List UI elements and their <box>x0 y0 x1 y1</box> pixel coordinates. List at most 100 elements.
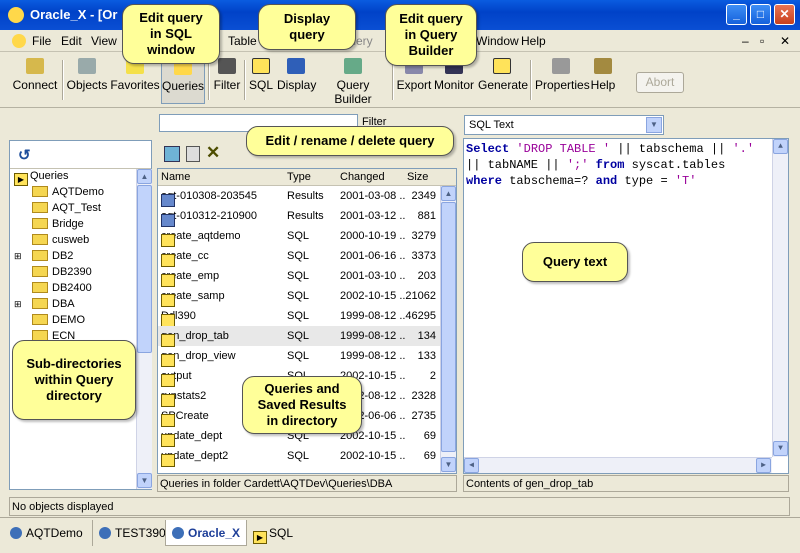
list-scroll-up-button[interactable]: ▲ <box>441 186 456 201</box>
list-cell-name: create_aqtdemo <box>161 230 241 247</box>
list-cell-type: SQL <box>287 330 310 342</box>
delete-icon[interactable]: ✕ <box>206 143 220 163</box>
close-button[interactable]: ✕ <box>774 4 795 25</box>
tree-item[interactable]: DB2390 <box>14 266 92 282</box>
sql-type-select[interactable]: SQL Text ▼ <box>464 115 664 135</box>
refresh-icon[interactable]: ↺ <box>18 146 31 164</box>
minimize-button[interactable]: _ <box>726 4 747 25</box>
sql-hscrollbar[interactable]: ◀ ▶ <box>464 457 772 473</box>
tree-root-queries[interactable]: ▶ Queries <box>14 170 69 186</box>
sql-scroll-right-button[interactable]: ▶ <box>756 458 771 473</box>
list-cell-size: 2 <box>429 370 436 382</box>
abort-button[interactable]: Abort <box>636 72 684 93</box>
filter-button[interactable]: Filter <box>212 56 242 104</box>
objects-icon <box>78 58 96 74</box>
tree-item[interactable]: Bridge <box>14 218 84 234</box>
help-button[interactable]: Help <box>589 56 617 104</box>
sql-string: '.' <box>732 142 755 156</box>
objects-button[interactable]: Objects <box>66 56 108 104</box>
display-button[interactable]: Display <box>277 56 316 104</box>
tab-sql[interactable]: ▶ SQL <box>246 520 299 546</box>
menu-view[interactable]: View <box>91 34 117 48</box>
tree-item-label: DB2 <box>52 250 74 262</box>
queries-folder-icon: ▶ <box>14 173 28 186</box>
list-row[interactable]: gen_drop_tab SQL 1999-08-12 .. 134 <box>158 326 440 347</box>
list-cell-name: update_dept <box>161 430 222 447</box>
list-cell-size: 3279 <box>411 230 436 242</box>
list-row[interactable]: create_aqtdemo SQL 2000-10-19 .. 3279 <box>158 226 440 247</box>
tab-oracle-x[interactable]: Oracle_X <box>165 520 248 546</box>
menu-table[interactable]: Table <box>228 34 257 48</box>
tree-scrollbar[interactable]: ▲ ▼ <box>136 169 152 489</box>
sql-scroll-up-button[interactable]: ▲ <box>773 139 788 154</box>
list-scroll-thumb[interactable] <box>441 202 456 452</box>
query-builder-button[interactable]: Query Builder <box>319 56 387 106</box>
column-header-changed[interactable]: Changed <box>340 171 385 183</box>
list-cell-changed: 2000-10-19 .. <box>340 230 406 242</box>
expand-icon[interactable]: ⊞ <box>14 299 32 310</box>
tree-item-label: DBA <box>52 298 75 310</box>
properties-button[interactable]: Properties <box>535 56 590 104</box>
tree-item[interactable]: AQTDemo <box>14 186 104 202</box>
scroll-down-button[interactable]: ▼ <box>137 473 152 488</box>
list-row[interactable]: aqt-010308-203545 Results 2001-03-08 .. 234… <box>158 186 440 207</box>
tree-item[interactable]: DEMO <box>14 314 85 330</box>
column-header-type[interactable]: Type <box>287 171 311 183</box>
list-row[interactable]: aqt-010312-210900 Results 2001-03-12 .. 881 <box>158 206 440 227</box>
list-cell-size: 2349 <box>411 190 436 202</box>
scroll-up-button[interactable]: ▲ <box>137 169 152 184</box>
sql-vscrollbar[interactable]: ▲ ▼ <box>772 139 788 457</box>
connect-label: Connect <box>12 78 58 92</box>
menu-window[interactable]: Window <box>476 34 519 48</box>
list-row[interactable]: create_samp SQL 2002-10-15 .. 21062 <box>158 286 440 307</box>
sql-scroll-down-button[interactable]: ▼ <box>773 441 788 456</box>
tree-item[interactable]: ⊞ DB2 <box>14 250 73 266</box>
sql-text-panel[interactable]: Select 'DROP TABLE ' || tabschema || '.'… <box>463 138 789 474</box>
query-tree-panel: ↺ ▶ Queries AQTDemo AQT_Test Bridge cusweb ⊞ D… <box>9 140 152 490</box>
list-cell-name: gen_drop_view <box>161 350 236 367</box>
chevron-down-icon[interactable]: ▼ <box>646 117 662 133</box>
tree-item[interactable]: ⊞ DBA <box>14 298 75 314</box>
menu-help[interactable]: Help <box>521 34 546 48</box>
sql-scroll-left-button[interactable]: ◀ <box>464 458 479 473</box>
tab-aqtdemo[interactable]: AQTDemo <box>4 520 89 546</box>
list-row[interactable]: create_emp SQL 2001-03-10 .. 203 <box>158 266 440 287</box>
mdi-restore-button[interactable]: ▫ <box>760 34 764 48</box>
list-cell-size: 203 <box>417 270 436 282</box>
list-row[interactable]: create_cc SQL 2001-06-16 .. 3373 <box>158 246 440 267</box>
expand-icon[interactable]: ⊞ <box>14 251 32 262</box>
column-header-name[interactable]: Name <box>161 171 190 183</box>
list-status-text: Queries in folder Cardett\AQTDev\Queries… <box>160 478 393 490</box>
connect-button[interactable]: Connect <box>10 56 60 104</box>
edit-query-icon[interactable] <box>164 146 180 162</box>
list-row[interactable]: update_dept2 SQL 2002-10-15 .. 69 <box>158 446 440 467</box>
menu-edit[interactable]: Edit <box>61 34 82 48</box>
list-cell-changed: 2001-03-10 .. <box>340 270 406 282</box>
list-scroll-down-button[interactable]: ▼ <box>441 457 456 472</box>
sql-tab-icon: ▶ <box>253 531 267 544</box>
menu-file[interactable]: File <box>32 34 51 48</box>
list-row[interactable]: gen_drop_view SQL 1999-08-12 .. 133 <box>158 346 440 367</box>
tab-test390[interactable]: TEST390 <box>92 520 172 546</box>
list-cell-changed: 2001-03-12 .. <box>340 210 406 222</box>
list-row[interactable]: Ddl390 SQL 1999-08-12 .. 46295 <box>158 306 440 327</box>
scroll-thumb[interactable] <box>137 185 152 353</box>
maximize-button[interactable]: □ <box>750 4 771 25</box>
tree-item[interactable]: DB2400 <box>14 282 92 298</box>
column-header-size[interactable]: Size <box>407 171 428 183</box>
toolbar-separator <box>208 60 210 100</box>
list-cell-name-text: aqt-010308-203545 <box>161 190 258 202</box>
list-cell-size: 3373 <box>411 250 436 262</box>
sql-icon <box>252 58 270 74</box>
tree-item[interactable]: cusweb <box>14 234 89 250</box>
copy-icon[interactable] <box>186 146 200 162</box>
sql-button[interactable]: SQL <box>247 56 275 104</box>
tree-item[interactable]: AQT_Test <box>14 202 101 218</box>
generate-button[interactable]: Generate <box>478 56 528 104</box>
list-scrollbar[interactable]: ▲ ▼ <box>440 186 456 473</box>
list-cell-type: SQL <box>287 350 310 362</box>
window-tabs: AQTDemo TEST390 Oracle_X ▶ SQL <box>0 517 800 553</box>
sql-keyword: where <box>466 174 503 188</box>
mdi-close-button[interactable]: ✕ <box>780 34 790 48</box>
mdi-minimize-button[interactable]: – <box>742 34 749 48</box>
